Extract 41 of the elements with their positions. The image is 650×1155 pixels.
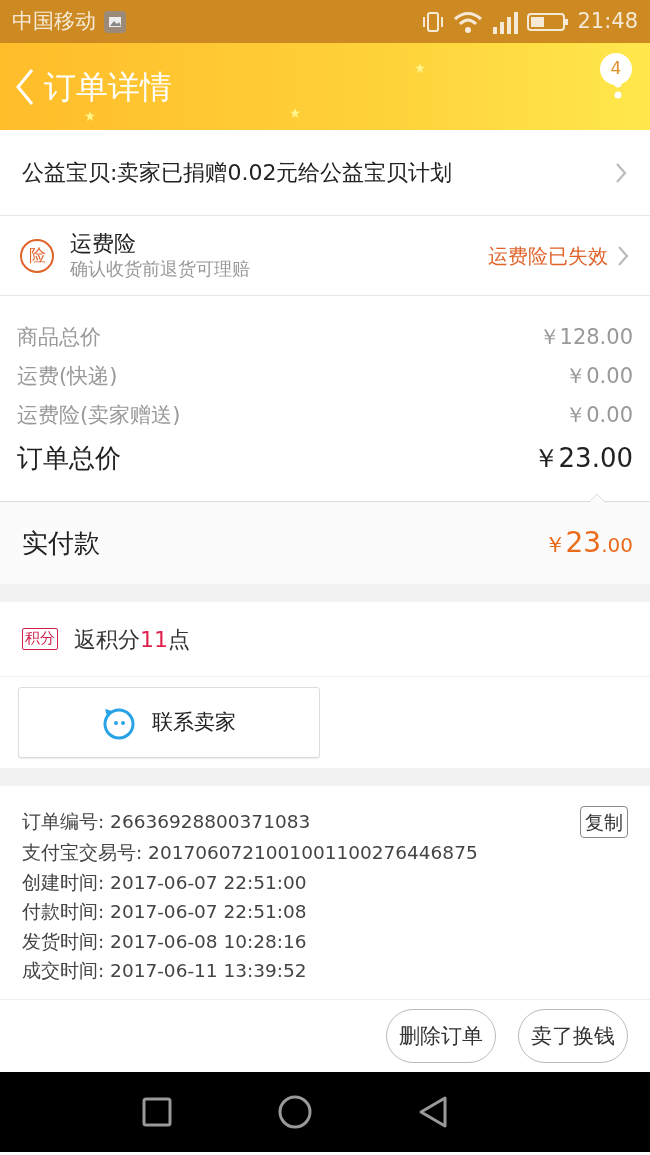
insurance-icon: 险 bbox=[20, 238, 54, 273]
copy-button[interactable]: 复制 bbox=[580, 806, 628, 839]
star-icon bbox=[290, 108, 300, 118]
order-info-text: 成交时间: 2017-06-11 13:39:52 bbox=[22, 959, 307, 983]
points-text: 返积分11点 bbox=[74, 625, 190, 654]
price-value: ￥23.00 bbox=[532, 442, 633, 475]
price-label: 运费(快递) bbox=[17, 363, 118, 390]
order-info-text: 付款时间: 2017-06-07 22:51:08 bbox=[22, 900, 307, 925]
carrier-name: 中国移动 bbox=[12, 7, 96, 35]
price-label: 运费险(卖家赠送) bbox=[17, 402, 181, 429]
notification-badge: 4 bbox=[600, 53, 632, 85]
order-info-text: 订单编号: 26636928800371083 bbox=[22, 810, 311, 835]
star-icon bbox=[415, 63, 425, 73]
clock: 21:48 bbox=[577, 7, 638, 35]
battery-icon bbox=[527, 11, 570, 32]
insurance-subtitle: 确认收货前退货可理赔 bbox=[70, 257, 250, 281]
price-value: ￥128.00 bbox=[538, 324, 633, 351]
back-icon[interactable] bbox=[418, 1095, 448, 1130]
star-icon bbox=[85, 111, 95, 121]
vibrate-icon bbox=[421, 9, 446, 34]
home-icon[interactable] bbox=[277, 1094, 313, 1131]
page-title: 订单详情 bbox=[44, 66, 172, 108]
action-button[interactable]: 删除订单 bbox=[386, 1009, 496, 1064]
order-info-text: 发货时间: 2017-06-08 10:28:16 bbox=[22, 929, 307, 954]
paid-label: 实付款 bbox=[22, 526, 100, 560]
price-value: ￥0.00 bbox=[565, 402, 633, 429]
donation-text: 公益宝贝:卖家已捐赠0.02元给公益宝贝计划 bbox=[22, 159, 453, 187]
price-value: ￥0.00 bbox=[565, 363, 633, 390]
insurance-title: 运费险 bbox=[70, 230, 137, 257]
price-label: 订单总价 bbox=[17, 442, 121, 475]
recents-icon[interactable] bbox=[142, 1097, 172, 1128]
points-tag: 积分 bbox=[22, 628, 58, 650]
paid-amount: ￥23.00 bbox=[543, 525, 633, 561]
image-notification-icon bbox=[104, 10, 126, 33]
action-button[interactable]: 卖了换钱 bbox=[518, 1009, 628, 1064]
contact-seller-button[interactable]: 联系卖家 bbox=[18, 687, 320, 758]
insurance-status[interactable]: 运费险已失效 bbox=[488, 240, 608, 271]
order-info-text: 支付宝交易号: 2017060721001001100276446875 bbox=[22, 841, 478, 866]
price-label: 商品总价 bbox=[17, 324, 101, 351]
order-info-text: 创建时间: 2017-06-07 22:51:00 bbox=[22, 870, 307, 895]
wifi-icon bbox=[453, 10, 484, 33]
